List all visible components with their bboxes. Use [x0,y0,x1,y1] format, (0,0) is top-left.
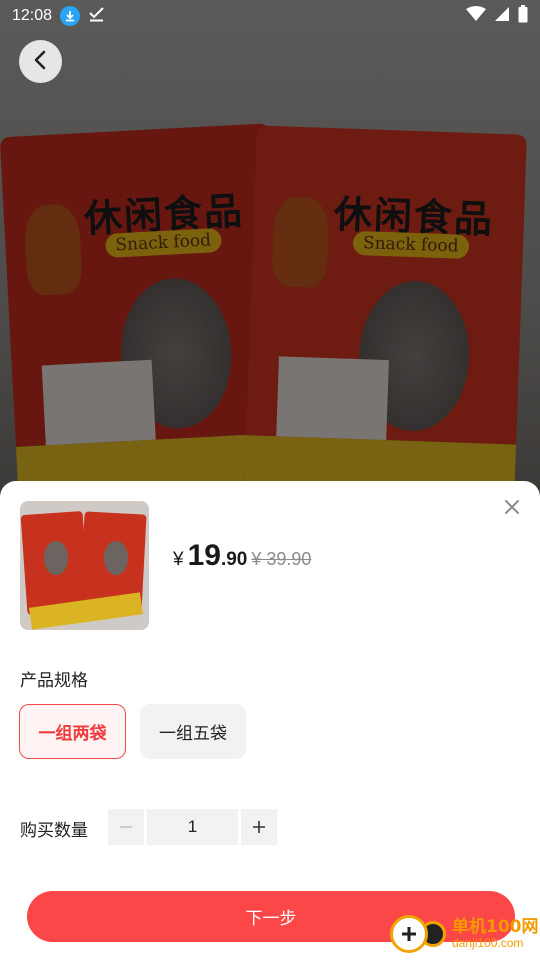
product-photo: 休闲食品 Snack food 休闲食品 Snack food [0,0,540,500]
original-price: ¥ 39.90 [251,549,312,569]
price-currency: ¥ [173,549,184,570]
back-button[interactable] [19,40,62,83]
watermark-name: 单机100网 [452,916,539,937]
thumb-window-right [104,541,128,575]
signal-icon [494,6,510,26]
modal-scrim[interactable] [0,0,540,500]
wifi-icon [466,6,486,26]
status-bar: 12:08 [0,0,540,32]
price-block: ¥ 19 .90 ¥ 39.90 [173,539,311,573]
spec-title: 产品规格 [20,671,88,691]
watermark-logo-icon [390,915,428,953]
watermark: 单机100网 danji100.com [390,914,539,954]
decrease-quantity-button[interactable] [108,809,144,845]
watermark-text: 单机100网 danji100.com [452,916,539,950]
quantity-input[interactable]: 1 [147,809,238,845]
thumb-window-left [44,541,68,575]
price-integer: 19 [187,539,221,572]
close-icon [504,499,520,519]
battery-icon [518,5,528,27]
status-time: 12:08 [12,7,53,24]
increase-quantity-button[interactable] [241,809,277,845]
close-button[interactable] [500,497,524,521]
watermark-url: danji100.com [452,935,524,950]
download-done-icon [88,6,106,26]
option-two-bags[interactable]: 一组两袋 [19,704,126,759]
quantity-title: 购买数量 [20,821,88,841]
download-icon [60,6,81,26]
price-decimal: .90 [220,549,248,570]
plus-icon [252,815,266,840]
product-thumbnail[interactable] [20,501,149,630]
chevron-left-icon [33,50,49,74]
minus-icon [119,815,133,840]
sku-bottom-sheet: ¥ 19 .90 ¥ 39.90 产品规格 一组两袋 一组五袋 购买数量 1 下… [0,481,540,960]
option-five-bags[interactable]: 一组五袋 [140,704,246,759]
